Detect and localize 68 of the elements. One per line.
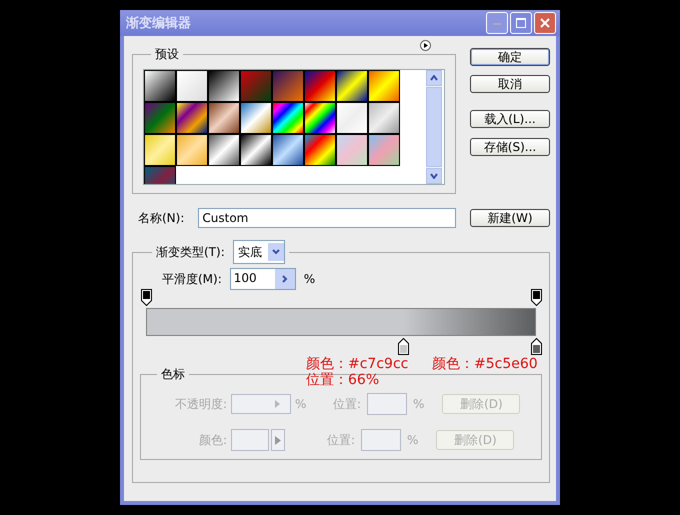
load-button[interactable]: 载入(L)... <box>470 110 550 128</box>
opacity-stop-icon[interactable] <box>530 289 542 306</box>
scroll-up-icon[interactable] <box>430 75 438 81</box>
gradient-swatch[interactable] <box>272 134 304 166</box>
gradient-swatch[interactable] <box>272 70 304 102</box>
name-input[interactable]: Custom <box>198 208 456 228</box>
gradient-swatch[interactable] <box>176 134 208 166</box>
maximize-icon <box>516 18 526 28</box>
gradient-swatch[interactable] <box>336 134 368 166</box>
gradient-swatch[interactable] <box>144 134 176 166</box>
chevron-down-icon <box>272 249 280 255</box>
gradient-swatch[interactable] <box>368 102 400 134</box>
smoothness-field[interactable]: 100 <box>230 268 296 290</box>
color-stop-icon[interactable] <box>398 338 410 355</box>
window-title: 渐变编辑器 <box>126 14 191 32</box>
color-stops-title: 色标 <box>160 366 186 383</box>
gradient-swatch[interactable] <box>144 70 176 102</box>
presets-label: 预设 <box>154 46 180 63</box>
annotation-text: 颜色：#5c5e60 <box>432 356 538 372</box>
annotation-text: 位置：66% <box>306 372 380 388</box>
gradient-type-dropdown[interactable]: 实底 <box>232 240 285 264</box>
position-label: 位置: <box>332 396 361 412</box>
gradient-type-label: 渐变类型(T): <box>156 244 225 260</box>
scroll-down-icon[interactable] <box>430 173 438 179</box>
new-button[interactable]: 新建(W) <box>470 209 550 227</box>
field-label: 颜色: <box>198 432 227 448</box>
gradient-swatch[interactable] <box>240 134 272 166</box>
chevron-right-icon <box>282 275 288 283</box>
ok-button[interactable]: 确定 <box>470 48 550 66</box>
color-stop-icon[interactable] <box>530 338 542 355</box>
gradient-swatch[interactable] <box>144 102 176 134</box>
gradient-preview-bar[interactable] <box>146 308 536 336</box>
gradient-swatch[interactable] <box>368 134 400 166</box>
unit-label: % <box>295 397 308 411</box>
gradient-swatch[interactable] <box>304 70 336 102</box>
opacity-stop-icon[interactable] <box>141 289 152 306</box>
gradient-swatch[interactable] <box>368 70 400 102</box>
gradient-swatch[interactable] <box>208 134 240 166</box>
gradient-swatch[interactable] <box>304 102 336 134</box>
field-label: 不透明度: <box>174 396 227 412</box>
position-label: 位置: <box>326 432 355 448</box>
cancel-button[interactable]: 取消 <box>470 75 550 93</box>
smoothness-label: 平滑度(M): <box>162 270 222 288</box>
save-button[interactable]: 存储(S)... <box>470 138 550 156</box>
name-label: 名称(N): <box>138 210 184 226</box>
minimize-button[interactable] <box>486 12 508 34</box>
gradient-swatch[interactable] <box>272 102 304 134</box>
menu-arrow-icon[interactable] <box>420 40 431 51</box>
annotation-text: 颜色：#c7c9cc <box>306 356 408 372</box>
gradient-swatch[interactable] <box>304 134 336 166</box>
close-icon <box>540 18 550 28</box>
gradient-swatch[interactable] <box>240 70 272 102</box>
unit-label: % <box>407 433 418 447</box>
maximize-button[interactable] <box>510 12 532 34</box>
percent-label: % <box>304 272 316 286</box>
gradient-swatch[interactable] <box>336 70 368 102</box>
gradient-swatch[interactable] <box>240 102 272 134</box>
gradient-swatch[interactable] <box>176 70 208 102</box>
close-button[interactable] <box>534 12 556 34</box>
arrow-right-icon <box>275 436 281 444</box>
gradient-swatch[interactable] <box>208 70 240 102</box>
scrollbar[interactable] <box>426 70 442 184</box>
unit-label: % <box>413 397 424 411</box>
arrow-right-icon <box>275 400 280 408</box>
gradient-swatch[interactable] <box>176 102 208 134</box>
minimize-icon <box>493 22 501 24</box>
gradient-swatch[interactable] <box>208 102 240 134</box>
gradient-swatch[interactable] <box>336 102 368 134</box>
